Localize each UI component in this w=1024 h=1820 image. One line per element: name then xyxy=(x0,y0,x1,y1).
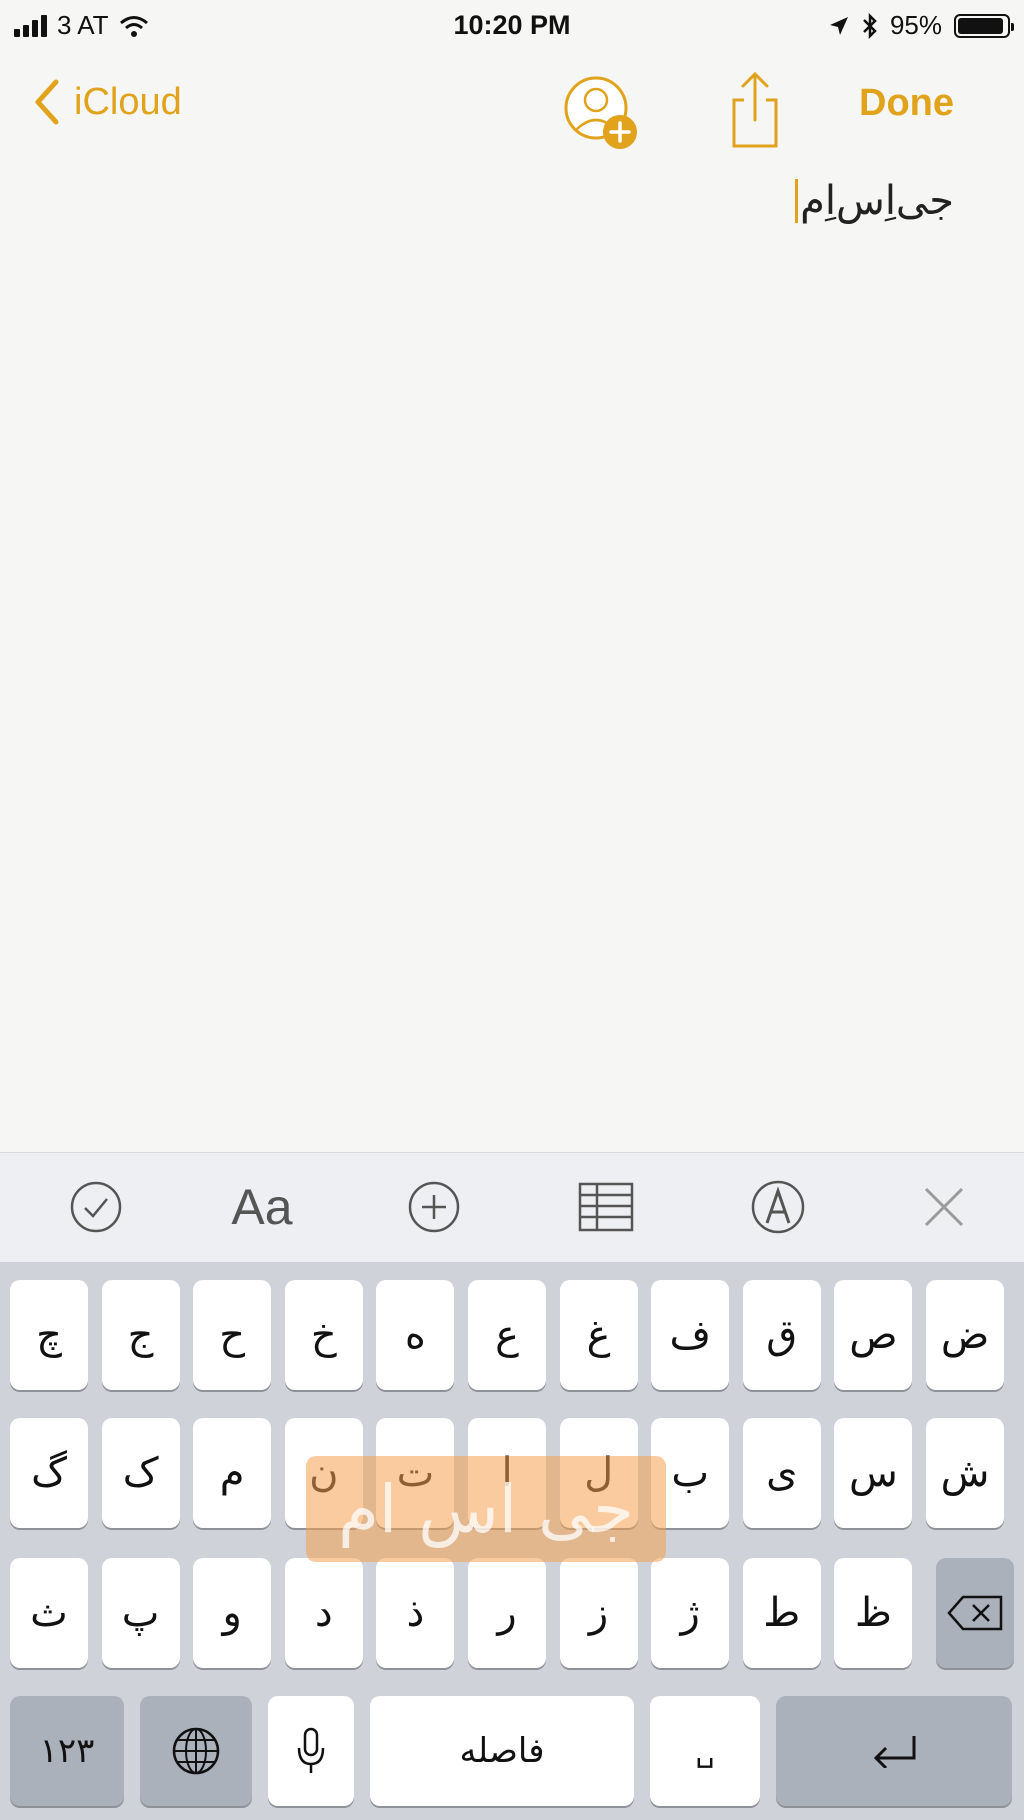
text-cursor xyxy=(795,179,799,223)
globe-icon xyxy=(172,1727,220,1775)
letter-key[interactable]: ح xyxy=(193,1280,272,1390)
letter-key[interactable]: د xyxy=(284,1558,363,1668)
note-text-area[interactable]: جی‌اِس‌اِم xyxy=(795,178,954,224)
markup-icon xyxy=(751,1180,805,1234)
letter-key[interactable]: ع xyxy=(468,1280,546,1390)
status-bar: 3 AT 10:20 PM 95% xyxy=(0,0,1024,52)
done-button[interactable]: Done xyxy=(859,82,954,125)
letter-key[interactable]: ژ xyxy=(651,1558,730,1668)
letter-key[interactable]: غ xyxy=(559,1280,638,1390)
letter-key[interactable]: ذ xyxy=(376,1558,455,1668)
battery-percent: 95% xyxy=(889,10,942,40)
letter-key[interactable]: ر xyxy=(468,1558,546,1668)
letter-key[interactable]: ف xyxy=(651,1280,730,1390)
letter-key[interactable]: ش xyxy=(926,1418,1004,1528)
numbers-key[interactable]: ۱۲۳ xyxy=(10,1696,124,1806)
globe-key[interactable] xyxy=(140,1696,252,1806)
letter-key[interactable]: ی xyxy=(742,1418,821,1528)
chevron-left-icon xyxy=(35,79,59,125)
delete-key[interactable] xyxy=(936,1558,1014,1668)
table-icon xyxy=(578,1182,634,1232)
checklist-button[interactable] xyxy=(66,1177,126,1237)
letter-key[interactable]: پ xyxy=(101,1558,180,1668)
navigation-bar: iCloud Done xyxy=(0,52,1024,162)
back-button[interactable]: iCloud xyxy=(34,78,182,126)
add-people-button[interactable] xyxy=(556,68,646,158)
letter-key[interactable]: خ xyxy=(284,1280,363,1390)
letter-key[interactable]: ظ xyxy=(834,1558,913,1668)
add-icon xyxy=(408,1181,460,1233)
letter-key[interactable]: ک xyxy=(101,1418,180,1528)
letter-key[interactable]: چ xyxy=(10,1280,88,1390)
close-toolbar-button[interactable] xyxy=(916,1177,972,1237)
letter-key[interactable]: و xyxy=(193,1558,272,1668)
watermark: جی اس ام xyxy=(306,1456,666,1562)
back-label: iCloud xyxy=(74,80,182,123)
status-right: 95% xyxy=(828,10,1014,41)
format-icon: Aa xyxy=(231,1179,293,1235)
delete-icon xyxy=(947,1595,1003,1631)
letter-key[interactable]: گ xyxy=(10,1418,88,1528)
letter-key[interactable]: ه xyxy=(376,1280,455,1390)
add-button[interactable] xyxy=(404,1177,464,1237)
letter-key[interactable]: ج xyxy=(101,1280,180,1390)
zwnj-key[interactable]: ␣ xyxy=(650,1696,760,1806)
close-icon xyxy=(924,1187,964,1227)
location-icon xyxy=(829,16,848,35)
letter-key[interactable]: ق xyxy=(742,1280,821,1390)
format-toolbar: Aa xyxy=(0,1152,1024,1263)
letter-key[interactable]: ص xyxy=(834,1280,913,1390)
space-key[interactable]: فاصله xyxy=(370,1696,634,1806)
microphone-icon xyxy=(297,1727,325,1773)
dictation-key[interactable] xyxy=(268,1696,354,1806)
share-button[interactable] xyxy=(730,70,780,150)
format-button[interactable]: Aa xyxy=(222,1177,302,1237)
note-text: جی‌اِس‌اِم xyxy=(800,179,954,223)
letter-key[interactable]: م xyxy=(193,1418,272,1528)
letter-key[interactable]: ز xyxy=(559,1558,638,1668)
checklist-icon xyxy=(70,1181,122,1233)
markup-button[interactable] xyxy=(748,1177,808,1237)
bluetooth-icon xyxy=(863,12,877,39)
return-icon xyxy=(873,1736,916,1768)
battery-icon xyxy=(954,13,1014,38)
return-key[interactable] xyxy=(776,1696,1012,1806)
letter-key[interactable]: ط xyxy=(742,1558,821,1668)
letter-key[interactable]: س xyxy=(834,1418,913,1528)
letter-key[interactable]: ث xyxy=(10,1558,88,1668)
letter-key[interactable]: ض xyxy=(926,1280,1004,1390)
table-button[interactable] xyxy=(576,1177,636,1237)
